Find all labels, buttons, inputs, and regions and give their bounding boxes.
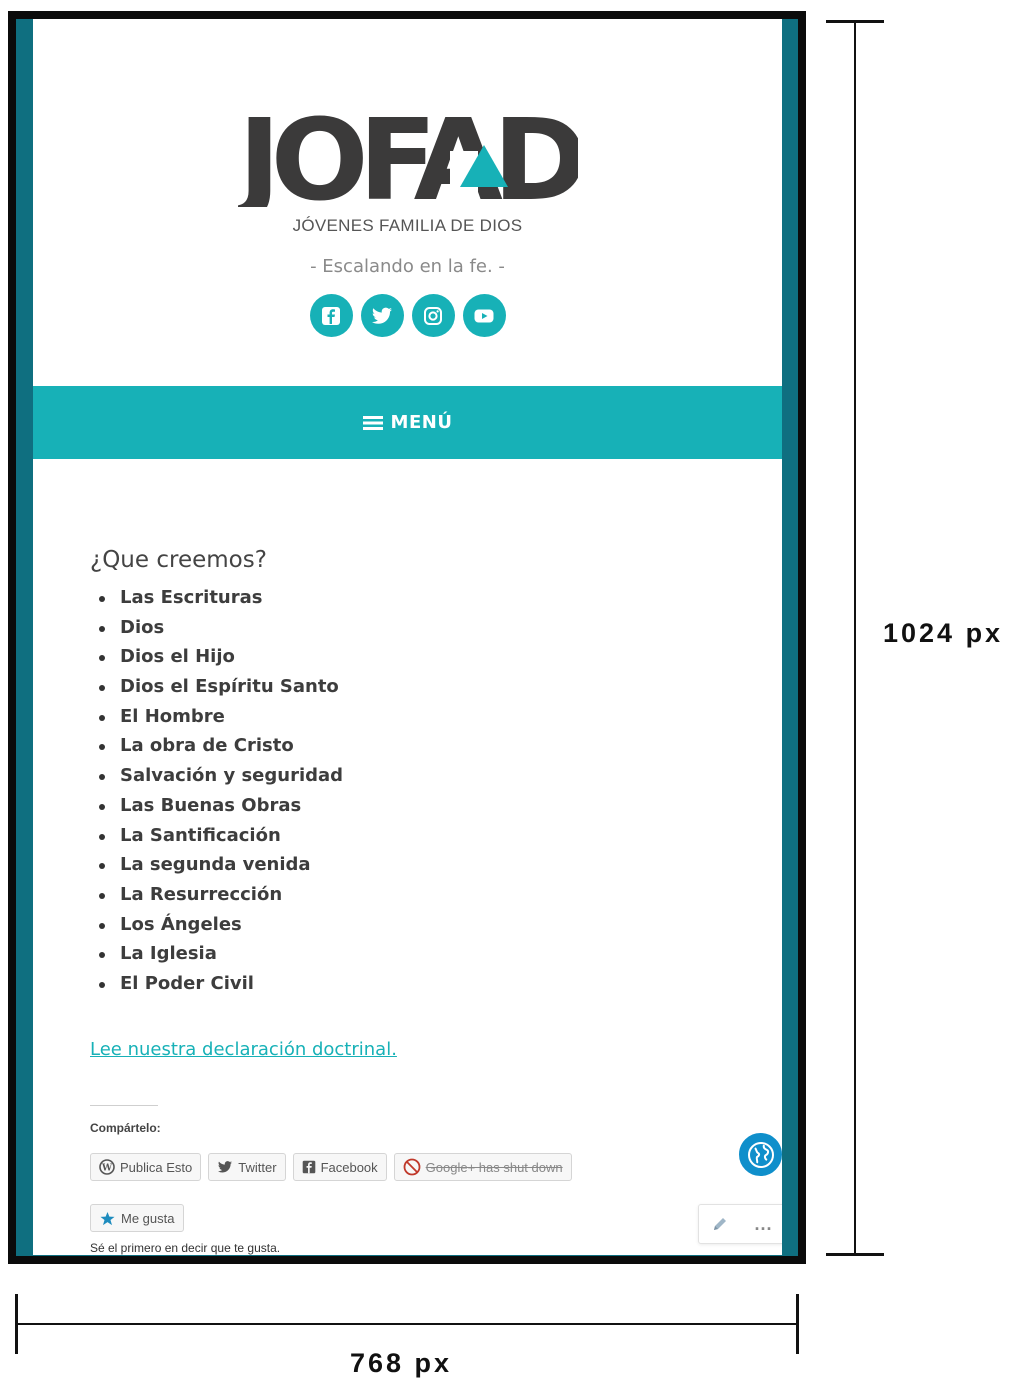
facebook-icon[interactable] — [309, 294, 353, 337]
facebook-icon — [302, 1160, 315, 1174]
menu-bar[interactable]: MENÚ — [33, 386, 782, 459]
share-title: Compártelo: — [90, 1121, 161, 1135]
menu-label: MENÚ — [390, 412, 453, 433]
pencil-icon[interactable] — [711, 1215, 729, 1233]
instagram-icon[interactable] — [411, 294, 455, 337]
list-item[interactable]: Salvación y seguridad — [90, 761, 740, 791]
main-content: ¿Que creemos? Las Escrituras Dios Dios e… — [90, 547, 740, 999]
section-heading: ¿Que creemos? — [90, 547, 267, 573]
height-dimension-cap-bottom — [826, 1253, 884, 1256]
svg-text:W: W — [101, 1164, 113, 1174]
edit-toolbar: ... — [698, 1204, 782, 1244]
hamburger-icon — [362, 415, 383, 430]
globe-icon[interactable] — [737, 1131, 782, 1178]
share-divider — [90, 1105, 158, 1106]
width-dimension-label: 768 px — [350, 1348, 453, 1378]
prohibited-icon — [403, 1158, 421, 1176]
list-item[interactable]: Las Escrituras — [90, 583, 740, 613]
share-twitter-button[interactable]: Twitter — [208, 1153, 286, 1181]
list-item[interactable]: Dios el Espíritu Santo — [90, 672, 740, 702]
jofad-logo[interactable]: JOFAD — [238, 111, 578, 207]
width-dimension-line — [16, 1323, 798, 1325]
list-item[interactable]: El Poder Civil — [90, 969, 740, 999]
twitter-icon — [218, 1161, 233, 1173]
list-item[interactable]: Dios — [90, 613, 740, 643]
height-dimension-label: 1024 px — [883, 618, 1004, 648]
share-googleplus-button[interactable]: Google+ has shut down — [393, 1153, 572, 1181]
youtube-icon[interactable] — [462, 294, 506, 337]
share-buttons: W Publica Esto Twitter Facebook Google+ … — [90, 1153, 572, 1181]
social-links — [33, 294, 782, 337]
list-item[interactable]: La Resurrección — [90, 880, 740, 910]
first-like-text: Sé el primero en decir que te gusta. — [90, 1241, 281, 1255]
width-dimension-cap-right — [796, 1294, 799, 1354]
more-options-button[interactable]: ... — [754, 1214, 772, 1235]
list-item[interactable]: La obra de Cristo — [90, 731, 740, 761]
share-facebook-button[interactable]: Facebook — [292, 1153, 387, 1181]
list-item[interactable]: La Iglesia — [90, 939, 740, 969]
screen: JOFAD JÓVENES FAMILIA DE DIOS - Escaland… — [33, 19, 782, 1255]
list-item[interactable]: El Hombre — [90, 702, 740, 732]
list-item[interactable]: La Santificación — [90, 821, 740, 851]
doctrinal-statement-link[interactable]: Lee nuestra declaración doctrinal. — [90, 1039, 397, 1060]
list-item[interactable]: Dios el Hijo — [90, 642, 740, 672]
height-dimension-line — [854, 21, 856, 1255]
list-item[interactable]: Los Ángeles — [90, 910, 740, 940]
twitter-icon[interactable] — [360, 294, 404, 337]
logo-subtitle: JÓVENES FAMILIA DE DIOS — [292, 216, 523, 235]
like-button[interactable]: Me gusta — [90, 1204, 185, 1232]
star-icon — [100, 1211, 115, 1225]
svg-text:JOFAD: JOFAD — [238, 111, 578, 207]
share-wordpress-button[interactable]: W Publica Esto — [90, 1153, 202, 1181]
wordpress-icon: W — [99, 1159, 115, 1175]
list-item[interactable]: Las Buenas Obras — [90, 791, 740, 821]
beliefs-list: Las Escrituras Dios Dios el Hijo Dios el… — [90, 583, 740, 999]
list-item[interactable]: La segunda venida — [90, 850, 740, 880]
site-tagline: - Escalando en la fe. - — [310, 256, 505, 277]
